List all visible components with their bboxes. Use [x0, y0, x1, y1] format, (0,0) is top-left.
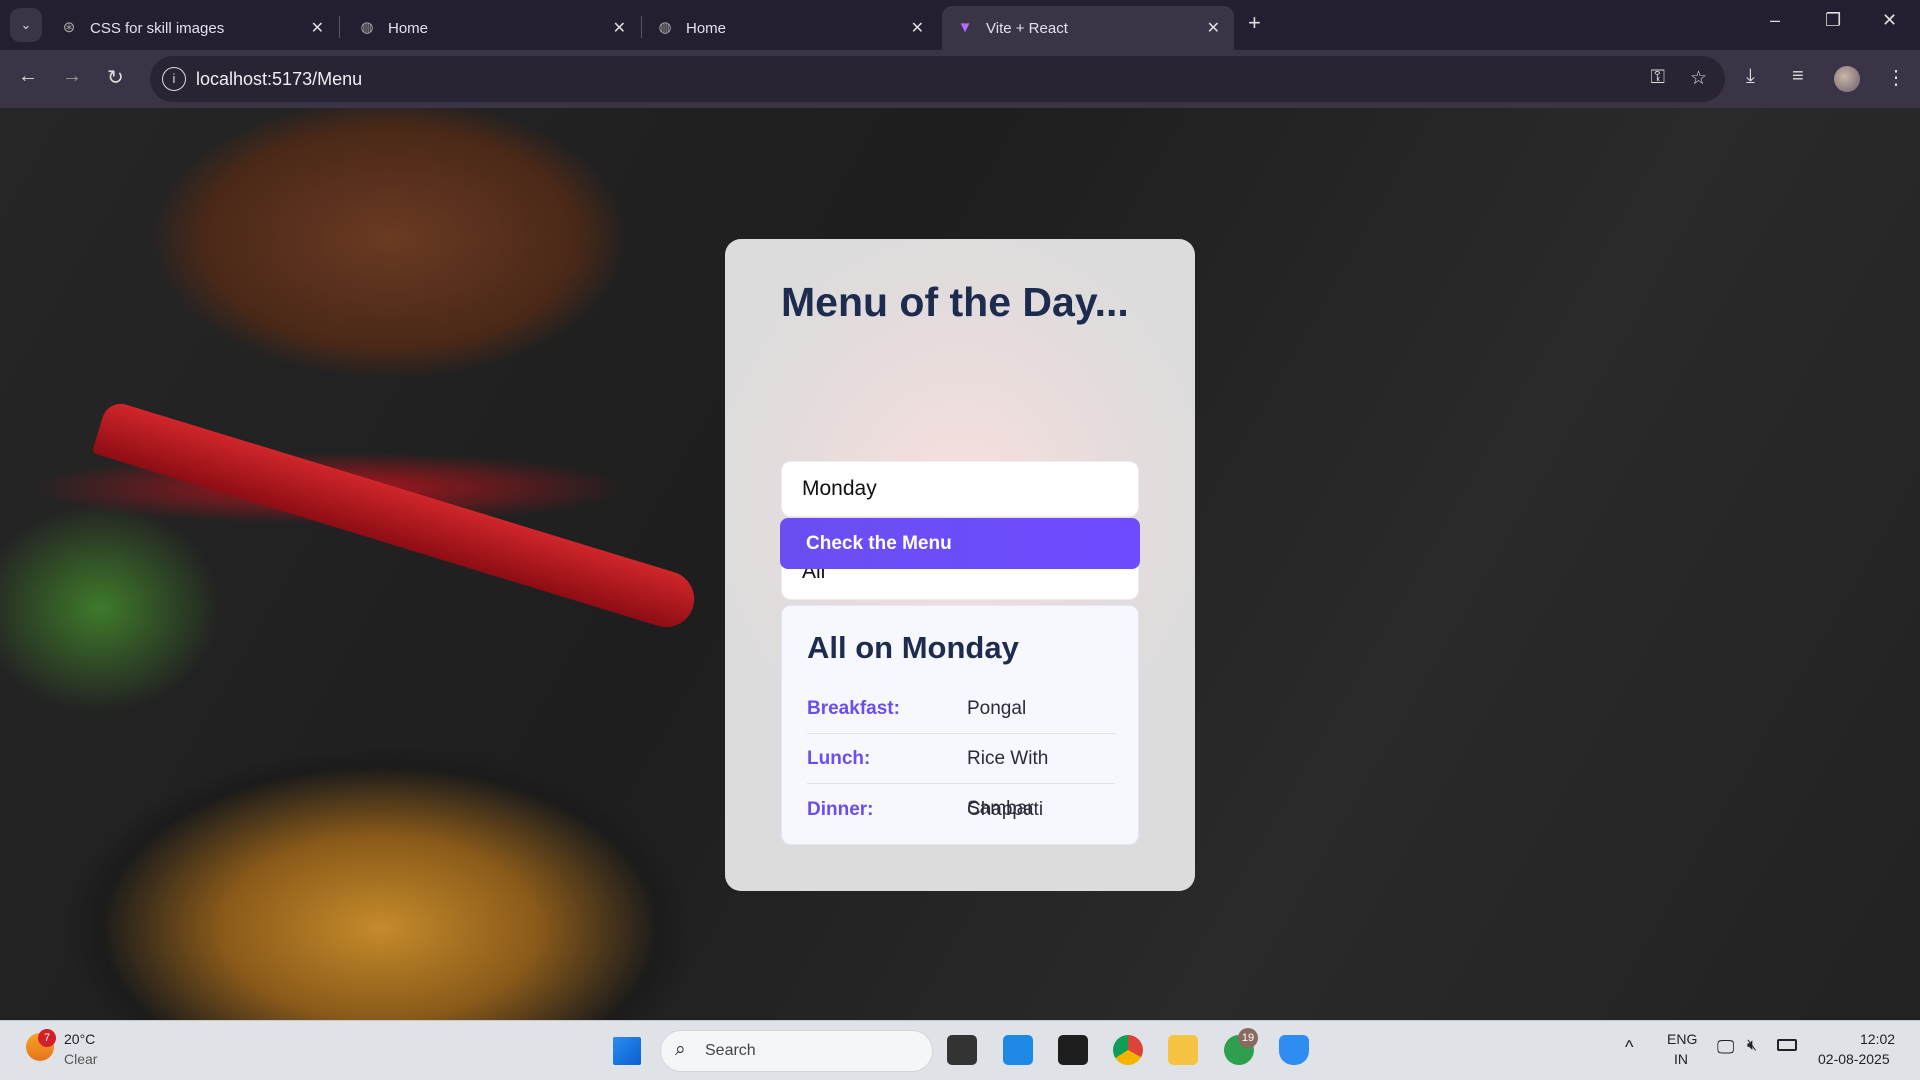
- menu-row-breakfast: Breakfast: Pongal: [807, 684, 1115, 734]
- password-key-icon[interactable]: ⚿: [1651, 67, 1665, 89]
- check-menu-button[interactable]: Check the Menu: [780, 518, 1140, 569]
- windows-start-icon[interactable]: [613, 1037, 641, 1065]
- row-value: Pongal: [967, 698, 1027, 719]
- profile-avatar[interactable]: [1834, 66, 1860, 92]
- vite-icon: ▼: [957, 19, 973, 36]
- reload-button[interactable]: ↻: [107, 65, 124, 90]
- openai-icon: ⊛: [62, 19, 76, 36]
- back-button[interactable]: ←: [18, 65, 38, 88]
- url-text[interactable]: localhost:5173/Menu: [196, 69, 362, 90]
- menu-kebab-icon[interactable]: ⋮: [1886, 65, 1906, 90]
- taskbar-search[interactable]: ⌕ Search: [660, 1030, 933, 1072]
- close-tab-icon[interactable]: ✕: [613, 18, 626, 38]
- vscode-icon[interactable]: [1003, 1035, 1033, 1065]
- download-icon[interactable]: ⤓: [1746, 65, 1755, 88]
- taskbar: 7 20°C Clear ⌕ Search 19 ^ ENG IN 🖵 🔇︎ 1…: [0, 1020, 1920, 1080]
- task-view-icon[interactable]: [947, 1035, 977, 1065]
- row-label: Breakfast:: [807, 698, 900, 719]
- tab-title: Home: [388, 19, 429, 37]
- close-tab-icon[interactable]: ✕: [911, 18, 924, 38]
- forward-button[interactable]: →: [62, 65, 82, 88]
- close-window-button[interactable]: ✕: [1882, 10, 1897, 31]
- globe-icon: ◍: [360, 19, 374, 36]
- media-controls-icon[interactable]: ≡: [1792, 65, 1804, 88]
- whatsapp-badge: 19: [1238, 1028, 1258, 1048]
- row-label: Dinner:: [807, 799, 874, 820]
- page-title: Menu of the Day...: [781, 279, 1129, 325]
- region-indicator[interactable]: IN: [1674, 1051, 1688, 1067]
- tab-title: CSS for skill images: [90, 19, 225, 37]
- weather-badge: 7: [38, 1029, 56, 1047]
- page-background: Menu of the Day... Monday All Check the …: [0, 108, 1920, 1020]
- address-bar[interactable]: i localhost:5173/Menu ⚿ ☆: [150, 56, 1725, 102]
- chili-image: [91, 399, 702, 635]
- weather-desc[interactable]: Clear: [64, 1051, 97, 1067]
- search-icon: ⌕: [675, 1039, 686, 1060]
- close-tab-icon[interactable]: ✕: [1207, 18, 1220, 38]
- restore-button[interactable]: ❐: [1825, 10, 1841, 31]
- clock-time[interactable]: 12:02: [1860, 1031, 1895, 1047]
- row-label: Lunch:: [807, 748, 871, 769]
- tab-vite-react[interactable]: ▼ Vite + React ✕: [942, 6, 1234, 50]
- close-tab-icon[interactable]: ✕: [311, 18, 324, 38]
- tab-title: Home: [686, 19, 727, 37]
- tab-home-1[interactable]: ◍ Home ✕: [344, 6, 642, 50]
- tab-title: Vite + React: [986, 19, 1068, 37]
- result-heading: All on Monday: [807, 630, 1019, 665]
- network-icon[interactable]: 🖵: [1717, 1037, 1734, 1058]
- globe-icon: ◍: [658, 19, 672, 36]
- site-info-icon[interactable]: i: [162, 67, 186, 91]
- minimize-button[interactable]: –: [1770, 10, 1780, 31]
- menu-card: Menu of the Day... Monday All Check the …: [725, 239, 1195, 891]
- chrome-icon[interactable]: [1113, 1035, 1143, 1065]
- menu-row-dinner: Dinner: Chappati: [807, 785, 1115, 835]
- volume-muted-icon[interactable]: 🔇︎: [1747, 1037, 1757, 1055]
- show-hidden-icons[interactable]: ^: [1625, 1037, 1633, 1058]
- battery-icon[interactable]: [1777, 1039, 1797, 1051]
- bookmark-star-icon[interactable]: ☆: [1690, 67, 1707, 90]
- file-explorer-icon[interactable]: [1168, 1035, 1198, 1065]
- new-tab-button[interactable]: +: [1248, 10, 1261, 36]
- clock-date[interactable]: 02-08-2025: [1818, 1051, 1890, 1067]
- language-indicator[interactable]: ENG: [1667, 1031, 1697, 1047]
- tab-search-button[interactable]: ⌄: [10, 8, 42, 42]
- tab-css-for-skill-images[interactable]: ⊛ CSS for skill images ✕: [46, 6, 340, 50]
- day-select[interactable]: Monday: [781, 461, 1139, 517]
- tab-home-2[interactable]: ◍ Home ✕: [642, 6, 938, 50]
- security-app-icon[interactable]: [1279, 1035, 1309, 1065]
- weather-temp[interactable]: 20°C: [64, 1031, 95, 1047]
- menu-result: All on Monday Breakfast: Pongal Lunch: R…: [781, 605, 1139, 845]
- browser-titlebar: ⌄ ⊛ CSS for skill images ✕ ◍ Home ✕ ◍ Ho…: [0, 0, 1920, 50]
- menu-row-lunch: Lunch: Rice With Sambar: [807, 734, 1115, 819]
- browser-toolbar: ← → ↻ i localhost:5173/Menu ⚿ ☆ ⤓ ≡ ⋮: [0, 50, 1920, 108]
- row-value: Chappati: [967, 799, 1044, 820]
- search-placeholder: Search: [705, 1042, 756, 1059]
- figma-icon[interactable]: [1058, 1035, 1088, 1065]
